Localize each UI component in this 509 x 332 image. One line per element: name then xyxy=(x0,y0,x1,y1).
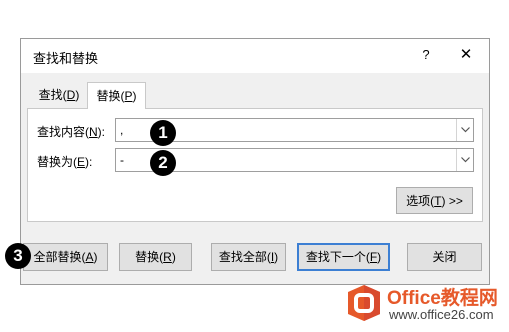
replace-with-label: 替换为(E): xyxy=(37,155,93,169)
find-replace-dialog: 查找和替换 ? ✕ 查找(D) 替换(P) 查找内容(N): , 替换为(E):… xyxy=(20,38,490,285)
dialog-title: 查找和替换 xyxy=(33,51,99,66)
chevron-down-icon[interactable] xyxy=(456,119,473,141)
close-icon[interactable]: ✕ xyxy=(455,45,477,65)
callout-badge-3: 3 xyxy=(5,243,31,269)
watermark-url: www.office26.com xyxy=(389,307,494,322)
watermark-title: Office教程网 xyxy=(387,288,498,309)
replace-with-value[interactable]: - xyxy=(120,153,124,167)
find-what-value[interactable]: , xyxy=(120,123,123,137)
replace-button[interactable]: 替换(R) xyxy=(119,243,192,271)
watermark: Office教程网 www.office26.com xyxy=(344,283,504,325)
find-all-button[interactable]: 查找全部(I) xyxy=(211,243,286,271)
callout-badge-1: 1 xyxy=(150,120,176,146)
title-bar: 查找和替换 ? ✕ xyxy=(21,39,489,73)
chevron-down-icon[interactable] xyxy=(456,149,473,171)
tab-replace[interactable]: 替换(P) xyxy=(87,82,146,109)
find-what-label: 查找内容(N): xyxy=(37,125,106,139)
help-button[interactable]: ? xyxy=(417,45,435,65)
options-button[interactable]: 选项(T) >> xyxy=(396,187,473,214)
replace-panel: 查找内容(N): , 替换为(E): - 选项(T) >> xyxy=(27,108,483,222)
find-next-button[interactable]: 查找下一个(F) xyxy=(297,243,390,271)
close-button[interactable]: 关闭 xyxy=(407,243,482,271)
tab-find[interactable]: 查找(D) xyxy=(32,84,86,107)
office-logo-icon xyxy=(348,285,380,321)
callout-badge-2: 2 xyxy=(150,150,176,176)
replace-all-button[interactable]: 全部替换(A) xyxy=(23,243,108,271)
